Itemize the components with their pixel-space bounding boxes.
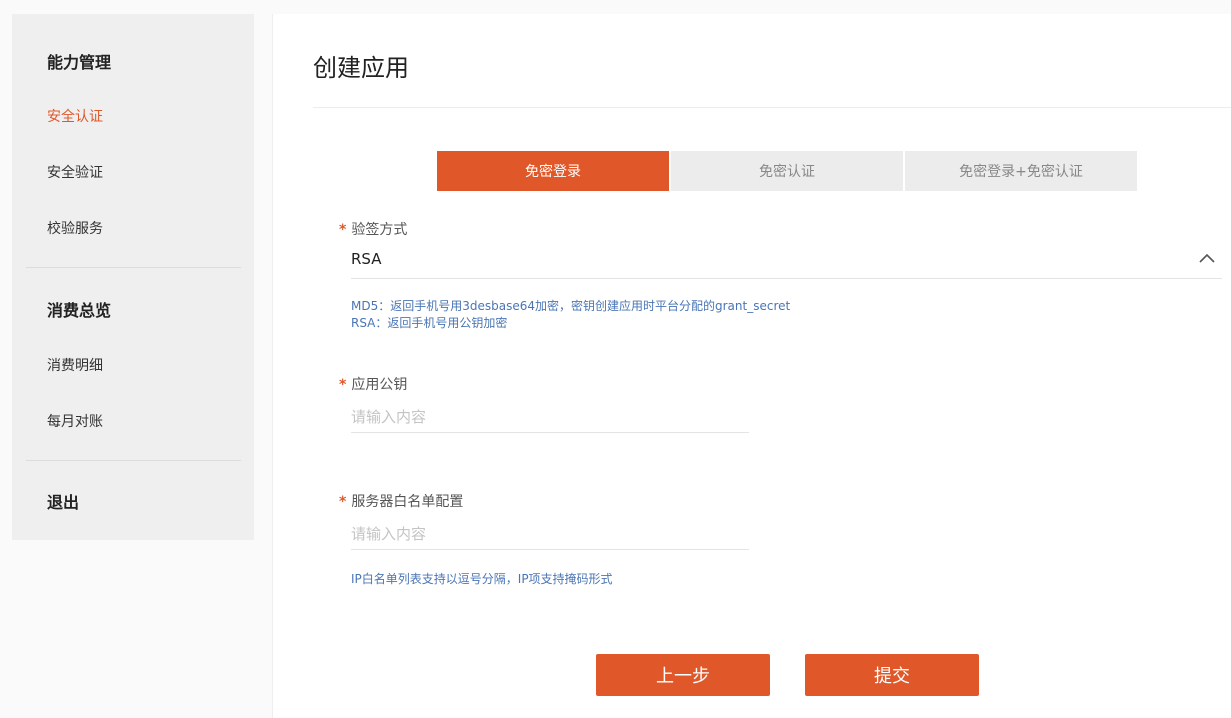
tab-passwordless-login[interactable]: 免密登录	[437, 151, 669, 191]
page-title: 创建应用	[313, 54, 409, 82]
sidebar-item-check-service[interactable]: 校验服务	[47, 218, 103, 238]
sign-method-hint-md5: MD5：返回手机号用3desbase64加密，密钥创建应用时平台分配的grant…	[351, 299, 791, 313]
sidebar-section-capability: 能力管理	[47, 53, 112, 72]
title-divider	[313, 107, 1231, 108]
tab-passwordless-auth[interactable]: 免密认证	[671, 151, 903, 191]
required-mark: *	[339, 494, 347, 510]
sidebar: 能力管理 安全认证 安全验证 校验服务 消费总览 消费明细 每月对账 退出	[12, 14, 254, 540]
public-key-label: * 应用公钥	[339, 377, 408, 393]
sidebar-item-security-auth[interactable]: 安全认证	[47, 106, 103, 126]
chevron-up-icon[interactable]	[1197, 250, 1217, 268]
sidebar-item-monthly-reconcile[interactable]: 每月对账	[47, 411, 103, 431]
sidebar-item-consumption-detail[interactable]: 消费明细	[47, 355, 103, 375]
submit-button[interactable]: 提交	[805, 654, 979, 696]
sign-method-hint-rsa: RSA：返回手机号用公钥加密	[351, 316, 508, 330]
sidebar-divider	[26, 460, 241, 461]
sign-method-select[interactable]: RSA	[351, 250, 381, 268]
required-mark: *	[339, 377, 347, 393]
whitelist-hint: IP白名单列表支持以逗号分隔，IP项支持掩码形式	[351, 572, 613, 586]
sidebar-section-consumption: 消费总览	[47, 301, 112, 320]
sign-method-label: * 验签方式	[339, 222, 408, 238]
sidebar-divider	[26, 267, 241, 268]
main-panel: 创建应用 免密登录 免密认证 免密登录+免密认证 * 验签方式 RSA MD5：返…	[272, 14, 1231, 718]
prev-step-button[interactable]: 上一步	[596, 654, 770, 696]
tab-login-and-auth[interactable]: 免密登录+免密认证	[905, 151, 1137, 191]
whitelist-input[interactable]	[351, 518, 749, 550]
public-key-input[interactable]	[351, 401, 749, 433]
required-mark: *	[339, 222, 347, 238]
whitelist-label: * 服务器白名单配置	[339, 494, 464, 510]
sidebar-item-logout[interactable]: 退出	[47, 489, 79, 513]
sidebar-item-security-verify[interactable]: 安全验证	[47, 162, 103, 182]
select-underline	[351, 278, 1222, 279]
